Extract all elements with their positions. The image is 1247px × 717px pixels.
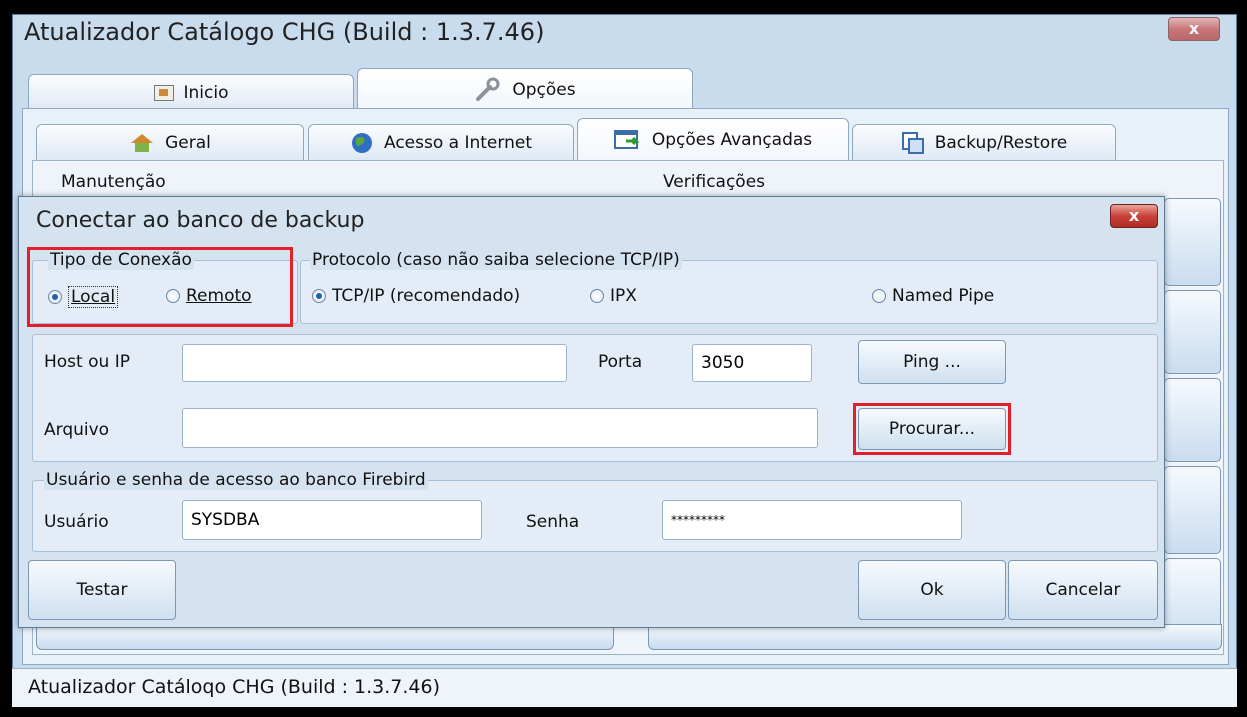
tab-backup-restore-label: Backup/Restore: [934, 132, 1068, 153]
side-action-button[interactable]: [1164, 290, 1221, 374]
ping-button[interactable]: Ping ...: [858, 340, 1006, 384]
side-action-button[interactable]: [1164, 378, 1221, 462]
window-title: Atualizador Catálogo CHG (Build : 1.3.7.…: [24, 18, 545, 46]
manutencao-group-label: Manutenção: [58, 172, 169, 192]
tab-geral-label: Geral: [165, 132, 211, 153]
radio-tcp-ip[interactable]: TCP/IP (recomendado): [312, 286, 520, 306]
file-input[interactable]: [182, 408, 818, 448]
home-icon: [153, 84, 174, 101]
dialog-close-button[interactable]: x: [1110, 204, 1158, 228]
house-icon: [131, 133, 154, 152]
protocol-legend: Protocolo (caso não saiba selecione TCP/…: [310, 250, 682, 270]
file-label: Arquivo: [44, 420, 110, 440]
backup-icon: [901, 131, 924, 154]
window-arrow-icon: [613, 129, 640, 149]
radio-tcp-ip-indicator[interactable]: [312, 289, 326, 303]
radio-named-pipe-label: Named Pipe: [892, 286, 995, 306]
radio-named-pipe[interactable]: Named Pipe: [872, 286, 994, 306]
tab-inicio[interactable]: Inicio: [28, 74, 354, 110]
connection-type-highlight: [27, 247, 293, 327]
globe-icon: [352, 132, 372, 153]
window-close-button[interactable]: x: [1168, 17, 1220, 41]
side-action-button[interactable]: [1164, 198, 1221, 286]
tab-inicio-label: Inicio: [183, 82, 229, 103]
user-input[interactable]: [182, 500, 482, 540]
status-bar-text: Atualizador Catáloqo CHG (Build : 1.3.7.…: [28, 676, 441, 698]
tab-acesso-internet[interactable]: Acesso a Internet: [308, 124, 574, 160]
tab-geral[interactable]: Geral: [36, 124, 304, 160]
radio-named-pipe-indicator[interactable]: [872, 289, 886, 303]
tab-opcoes[interactable]: Opções: [357, 68, 693, 110]
host-label: Host ou IP: [44, 352, 130, 372]
tab-opcoes-avancadas-label: Opções Avançadas: [651, 129, 813, 150]
radio-tcp-ip-label: TCP/IP (recomendado): [332, 286, 521, 306]
credentials-legend: Usuário e senha de acesso ao banco Fireb…: [44, 470, 428, 490]
host-input[interactable]: [182, 344, 567, 382]
radio-ipx-label: IPX: [610, 286, 637, 306]
password-label: Senha: [526, 512, 580, 532]
side-action-button[interactable]: [1164, 466, 1221, 554]
test-button[interactable]: Testar: [28, 560, 176, 620]
tab-opcoes-avancadas[interactable]: Opções Avançadas: [577, 118, 849, 160]
user-label: Usuário: [44, 512, 109, 532]
cancel-button[interactable]: Cancelar: [1008, 560, 1158, 620]
browse-highlight: [853, 403, 1011, 455]
wrench-icon: [476, 77, 500, 101]
port-label: Porta: [598, 352, 643, 372]
dialog-title: Conectar ao banco de backup: [36, 208, 365, 233]
tab-opcoes-label: Opções: [512, 79, 576, 100]
port-input[interactable]: [692, 344, 812, 382]
password-input[interactable]: [662, 500, 962, 540]
verificacoes-group-label: Verificações: [660, 172, 769, 192]
tab-acesso-internet-label: Acesso a Internet: [384, 132, 532, 153]
radio-ipx-indicator[interactable]: [590, 289, 604, 303]
ok-button[interactable]: Ok: [858, 560, 1006, 620]
radio-ipx[interactable]: IPX: [590, 286, 637, 306]
tab-backup-restore[interactable]: Backup/Restore: [852, 124, 1116, 160]
